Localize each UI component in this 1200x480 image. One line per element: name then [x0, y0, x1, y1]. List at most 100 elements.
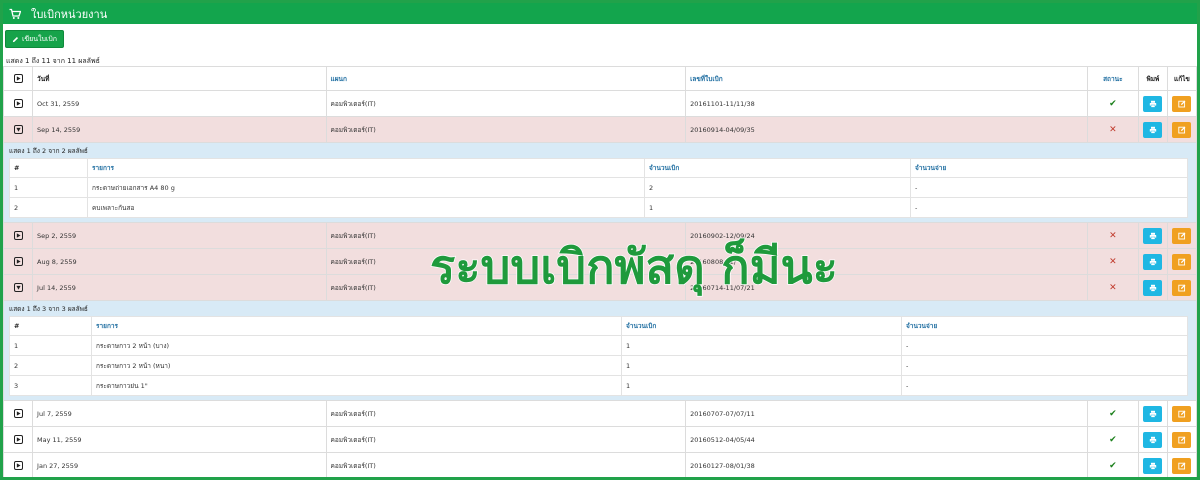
- new-requisition-button[interactable]: เขียนใบเบิก: [5, 30, 64, 48]
- expand-toggle-icon[interactable]: [13, 74, 23, 83]
- row-edit-cell: [1166, 248, 1197, 275]
- pencil-icon: [12, 36, 19, 42]
- row-status: ✔: [1086, 400, 1139, 427]
- row-status: ✕: [1086, 116, 1139, 143]
- detail-item-name: กระดาษถ่ายเอกสาร A4 80 g: [87, 177, 645, 198]
- edit-column-header: แก้ไข: [1166, 66, 1197, 91]
- date-column-header[interactable]: วันที่: [32, 66, 327, 91]
- detail-no-header[interactable]: #: [9, 316, 92, 336]
- row-print-cell: [1137, 116, 1168, 143]
- detail-items-table: # รายการ จำนวนเบิก จำนวนจ่าย 1 กระดาษถ่ายเอกส…: [9, 158, 1188, 218]
- number-column-header[interactable]: เลขที่ใบเบิก: [685, 66, 1088, 91]
- expand-toggle-icon[interactable]: [13, 435, 23, 444]
- row-print-cell: [1137, 90, 1168, 117]
- rejected-x-icon: ✕: [1109, 124, 1117, 135]
- row-date: Sep 2, 2559: [32, 222, 327, 249]
- edit-icon: [1178, 410, 1186, 418]
- detail-panel: แสดง 1 ถึง 2 จาก 2 ผลลัพธ์ # รายการ จำนวนเบ…: [3, 142, 1197, 223]
- detail-row: แสดง 1 ถึง 3 จาก 3 ผลลัพธ์ # รายการ จำนวนเบ…: [3, 300, 1197, 401]
- detail-requested-header[interactable]: จำนวนเบิก: [644, 158, 911, 178]
- row-department: คอมพิวเตอร์(IT): [325, 222, 687, 249]
- print-button[interactable]: [1143, 457, 1163, 474]
- detail-item-issued: -: [901, 355, 1188, 376]
- row-toggle-cell[interactable]: [3, 90, 34, 117]
- edit-icon: [1178, 100, 1186, 108]
- print-button[interactable]: [1143, 121, 1163, 138]
- edit-button[interactable]: [1172, 279, 1192, 296]
- row-department: คอมพิวเตอร์(IT): [325, 400, 687, 427]
- detail-item-no: 1: [9, 177, 88, 198]
- row-date: Jul 14, 2559: [32, 274, 327, 301]
- table-row[interactable]: Sep 14, 2559 คอมพิวเตอร์(IT) 20160914-04/0…: [3, 116, 1197, 143]
- expand-all-header[interactable]: [3, 66, 34, 91]
- print-button[interactable]: [1143, 405, 1163, 422]
- print-button[interactable]: [1143, 95, 1163, 112]
- expand-toggle-icon[interactable]: [13, 257, 23, 266]
- print-icon: [1149, 232, 1157, 240]
- collapse-toggle-icon[interactable]: [13, 283, 23, 292]
- detail-requested-header[interactable]: จำนวนเบิก: [621, 316, 902, 336]
- print-icon: [1149, 258, 1157, 266]
- detail-no-header[interactable]: #: [9, 158, 88, 178]
- row-number: 20160707-07/07/11: [685, 400, 1088, 427]
- detail-issued-header[interactable]: จำนวนจ่าย: [901, 316, 1188, 336]
- detail-item-requested: 1: [621, 355, 902, 376]
- approved-check-icon: ✔: [1109, 98, 1117, 109]
- expand-toggle-icon[interactable]: [13, 231, 23, 240]
- table-header-row: วันที่ แผนก เลขที่ใบเบิก สถานะ พิมพ์ แก้…: [3, 66, 1197, 91]
- row-number: 20160127-08/01/38: [685, 452, 1088, 477]
- table-info: แสดง 1 ถึง 11 จาก 11 ผลลัพธ์: [6, 57, 100, 65]
- row-date: Sep 14, 2559: [32, 116, 327, 143]
- new-requisition-label: เขียนใบเบิก: [22, 34, 57, 43]
- print-button[interactable]: [1143, 431, 1163, 448]
- row-number: 20160914-04/09/35: [685, 116, 1088, 143]
- table-row[interactable]: Jan 27, 2559 คอมพิวเตอร์(IT) 20160127-08/0…: [3, 452, 1197, 477]
- collapse-toggle-icon[interactable]: [13, 125, 23, 134]
- edit-button[interactable]: [1172, 227, 1192, 244]
- detail-item-issued: -: [910, 197, 1188, 218]
- detail-item-header[interactable]: รายการ: [91, 316, 622, 336]
- print-column-header: พิมพ์: [1137, 66, 1168, 91]
- status-column-header[interactable]: สถานะ: [1086, 66, 1139, 91]
- expand-toggle-icon[interactable]: [13, 409, 23, 418]
- row-toggle-cell[interactable]: [3, 274, 34, 301]
- edit-button[interactable]: [1172, 431, 1192, 448]
- expand-toggle-icon[interactable]: [13, 461, 23, 470]
- detail-header-row: # รายการ จำนวนเบิก จำนวนจ่าย: [9, 158, 1188, 178]
- row-toggle-cell[interactable]: [3, 400, 34, 427]
- edit-button[interactable]: [1172, 457, 1192, 474]
- edit-button[interactable]: [1172, 121, 1192, 138]
- detail-item-row: 3 กระดาษกาวย่น 1" 1-: [9, 375, 1188, 396]
- row-toggle-cell[interactable]: [3, 248, 34, 275]
- row-print-cell: [1137, 248, 1168, 275]
- edit-button[interactable]: [1172, 405, 1192, 422]
- table-row[interactable]: Oct 31, 2559 คอมพิวเตอร์(IT) 20161101-11/1…: [3, 90, 1197, 117]
- table-row[interactable]: May 11, 2559 คอมพิวเตอร์(IT) 20160512-04/0…: [3, 426, 1197, 453]
- department-column-header[interactable]: แผนก: [325, 66, 687, 91]
- edit-button[interactable]: [1172, 253, 1192, 270]
- row-date: Jul 7, 2559: [32, 400, 327, 427]
- row-print-cell: [1137, 400, 1168, 427]
- row-toggle-cell[interactable]: [3, 452, 34, 477]
- edit-button[interactable]: [1172, 95, 1192, 112]
- print-button[interactable]: [1143, 253, 1163, 270]
- table-row[interactable]: Jul 14, 2559 คอมพิวเตอร์(IT) 20160714-11/0…: [3, 274, 1197, 301]
- table-row[interactable]: Jul 7, 2559 คอมพิวเตอร์(IT) 20160707-07/07…: [3, 400, 1197, 427]
- print-icon: [1149, 284, 1157, 292]
- row-edit-cell: [1166, 90, 1197, 117]
- print-button[interactable]: [1143, 227, 1163, 244]
- print-icon: [1149, 410, 1157, 418]
- row-edit-cell: [1166, 426, 1197, 453]
- print-button[interactable]: [1143, 279, 1163, 296]
- detail-header-row: # รายการ จำนวนเบิก จำนวนจ่าย: [9, 316, 1188, 336]
- row-toggle-cell[interactable]: [3, 426, 34, 453]
- detail-item-header[interactable]: รายการ: [87, 158, 645, 178]
- table-row[interactable]: Sep 2, 2559 คอมพิวเตอร์(IT) 20160902-12/09…: [3, 222, 1197, 249]
- expand-toggle-icon[interactable]: [13, 99, 23, 108]
- table-row[interactable]: Aug 8, 2559 คอมพิวเตอร์(IT) 20160808-02/ ✕: [3, 248, 1197, 275]
- detail-issued-header[interactable]: จำนวนจ่าย: [910, 158, 1188, 178]
- row-toggle-cell[interactable]: [3, 116, 34, 143]
- print-icon: [1149, 126, 1157, 134]
- detail-item-no: 2: [9, 197, 88, 218]
- row-toggle-cell[interactable]: [3, 222, 34, 249]
